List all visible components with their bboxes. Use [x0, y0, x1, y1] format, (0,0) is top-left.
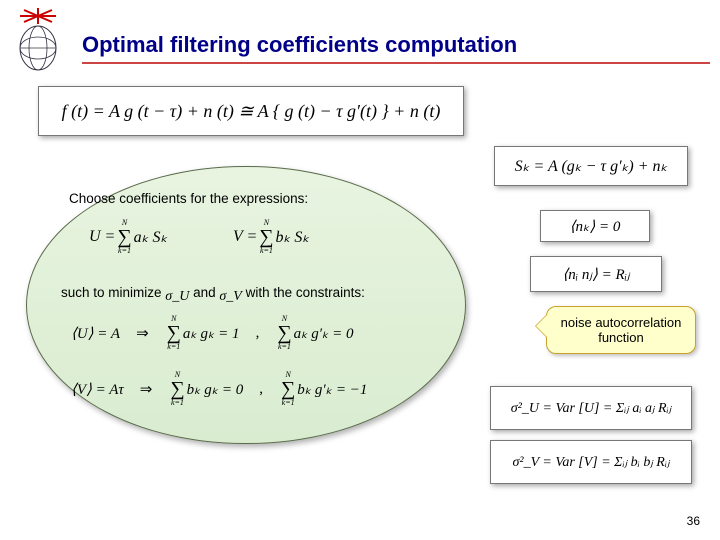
slide-title: Optimal filtering coefficients computati…: [82, 32, 710, 64]
constraints-text: with the constraints:: [246, 285, 365, 300]
sum-lower: k=1: [118, 247, 131, 255]
U-rhs: aₖ Sₖ: [134, 227, 168, 247]
sum-lower: k=1: [260, 247, 273, 255]
U-lhs: U =: [89, 228, 115, 246]
sum-lower: k=1: [278, 343, 291, 351]
V-rhs: bₖ Sₖ: [276, 227, 310, 247]
ninj-equation: ⟨nᵢ nⱼ⟩ = Rᵢⱼ: [530, 256, 662, 292]
constraint-b2: bₖ g′ₖ = −1: [297, 380, 367, 399]
comma: ,: [256, 325, 260, 342]
constraint-a2: aₖ g′ₖ = 0: [294, 324, 354, 343]
minimize-text: such to minimize σ_U and σ_V with the co…: [61, 285, 365, 302]
U-definition: U = N ∑ k=1 aₖ Sₖ: [89, 219, 167, 255]
noise-autocorrelation-callout: noise autocorrelation function: [546, 306, 696, 354]
coefficients-box: Choose coefficients for the expressions:…: [26, 166, 466, 444]
arrow-icon: ⇒: [140, 380, 153, 399]
sigma-V: σ_V: [219, 289, 241, 305]
V-definition: V = N ∑ k=1 bₖ Sₖ: [233, 219, 309, 255]
page-number: 36: [687, 514, 700, 528]
constraint-a1: aₖ gₖ = 1: [183, 324, 240, 343]
constraint-row-V: ⟨V⟩ = Aτ ⇒ N ∑ k=1 bₖ gₖ = 0 , N ∑ k=1 b…: [71, 371, 367, 407]
var-U-equation: σ²_U = Var [U] = Σᵢⱼ aᵢ aⱼ Rᵢⱼ: [490, 386, 692, 430]
expect-V: ⟨V⟩ = Aτ: [71, 380, 124, 399]
choose-text: Choose coefficients for the expressions:: [69, 191, 308, 206]
var-V-equation: σ²_V = Var [V] = Σᵢⱼ bᵢ bⱼ Rᵢⱼ: [490, 440, 692, 484]
and-text: and: [193, 285, 219, 300]
expect-U: ⟨U⟩ = A: [71, 324, 120, 343]
sum-lower: k=1: [171, 399, 184, 407]
minimize-pre: such to minimize: [61, 285, 165, 300]
V-lhs: V =: [233, 228, 257, 246]
comma: ,: [259, 381, 263, 398]
main-equation: f (t) = A g (t − τ) + n (t) ≅ A { g (t) …: [38, 86, 464, 136]
sum-lower: k=1: [282, 399, 295, 407]
institution-logo: [10, 6, 66, 72]
sigma-U: σ_U: [165, 289, 189, 305]
sum-lower: k=1: [167, 343, 180, 351]
arrow-icon: ⇒: [136, 324, 149, 343]
constraint-b1: bₖ gₖ = 0: [187, 380, 244, 399]
constraint-row-U: ⟨U⟩ = A ⇒ N ∑ k=1 aₖ gₖ = 1 , N ∑ k=1 aₖ…: [71, 315, 354, 351]
nk-zero-equation: ⟨nₖ⟩ = 0: [540, 210, 650, 242]
sk-equation: Sₖ = A (gₖ − τ g′ₖ) + nₖ: [494, 146, 688, 186]
